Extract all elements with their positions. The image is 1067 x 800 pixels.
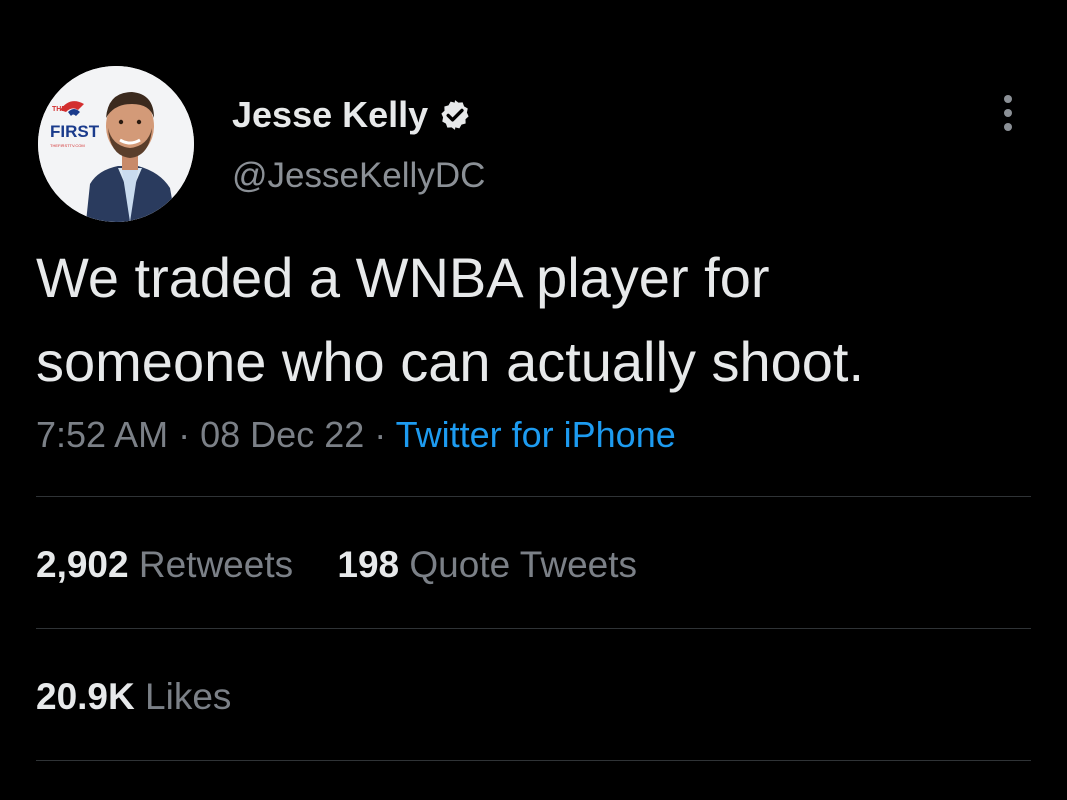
tweet-text-line-2: someone who can actually shoot. (36, 330, 865, 393)
tweet-detail: THE FIRST THEFIRSTTV.COM Jesse Kelly @Je… (0, 0, 1067, 800)
tweet-source-link[interactable]: Twitter for iPhone (396, 414, 676, 455)
retweets-stat[interactable]: 2,902 Retweets (36, 544, 293, 586)
quote-tweets-count: 198 (337, 544, 400, 585)
author-name-row[interactable]: Jesse Kelly (232, 92, 472, 138)
tweet-meta: 7:52 AM · 08 Dec 22 · Twitter for iPhone (36, 414, 676, 456)
author-handle[interactable]: @JesseKellyDC (232, 156, 485, 196)
tweet-text: We traded a WNBA player for someone who … (36, 236, 1046, 404)
avatar-badge-url: THEFIRSTTV.COM (50, 143, 85, 148)
divider (36, 760, 1031, 761)
divider (36, 628, 1031, 629)
avatar-badge-small: THE (52, 106, 66, 113)
tweet-text-line-1: We traded a WNBA player for (36, 246, 770, 309)
retweets-count: 2,902 (36, 544, 129, 585)
likes-label: Likes (145, 676, 232, 717)
quote-tweets-stat[interactable]: 198 Quote Tweets (337, 544, 637, 586)
tweet-time[interactable]: 7:52 AM (36, 414, 168, 455)
meta-separator-2: · (374, 414, 387, 455)
divider (36, 496, 1031, 497)
more-vertical-icon[interactable] (998, 93, 1018, 133)
quote-tweets-label: Quote Tweets (409, 544, 638, 585)
stats-row-retweets: 2,902 Retweets 198 Quote Tweets (36, 544, 637, 586)
avatar-badge-large: FIRST (50, 122, 100, 141)
stats-row-likes: 20.9K Likes (36, 676, 231, 718)
avatar[interactable]: THE FIRST THEFIRSTTV.COM (38, 66, 194, 222)
author-display-name[interactable]: Jesse Kelly (232, 94, 428, 136)
likes-stat[interactable]: 20.9K Likes (36, 676, 231, 718)
verified-badge-icon (438, 98, 472, 132)
meta-separator-1: · (178, 414, 191, 455)
tweet-date[interactable]: 08 Dec 22 (200, 414, 364, 455)
retweets-label: Retweets (138, 544, 294, 585)
likes-count: 20.9K (36, 676, 135, 717)
